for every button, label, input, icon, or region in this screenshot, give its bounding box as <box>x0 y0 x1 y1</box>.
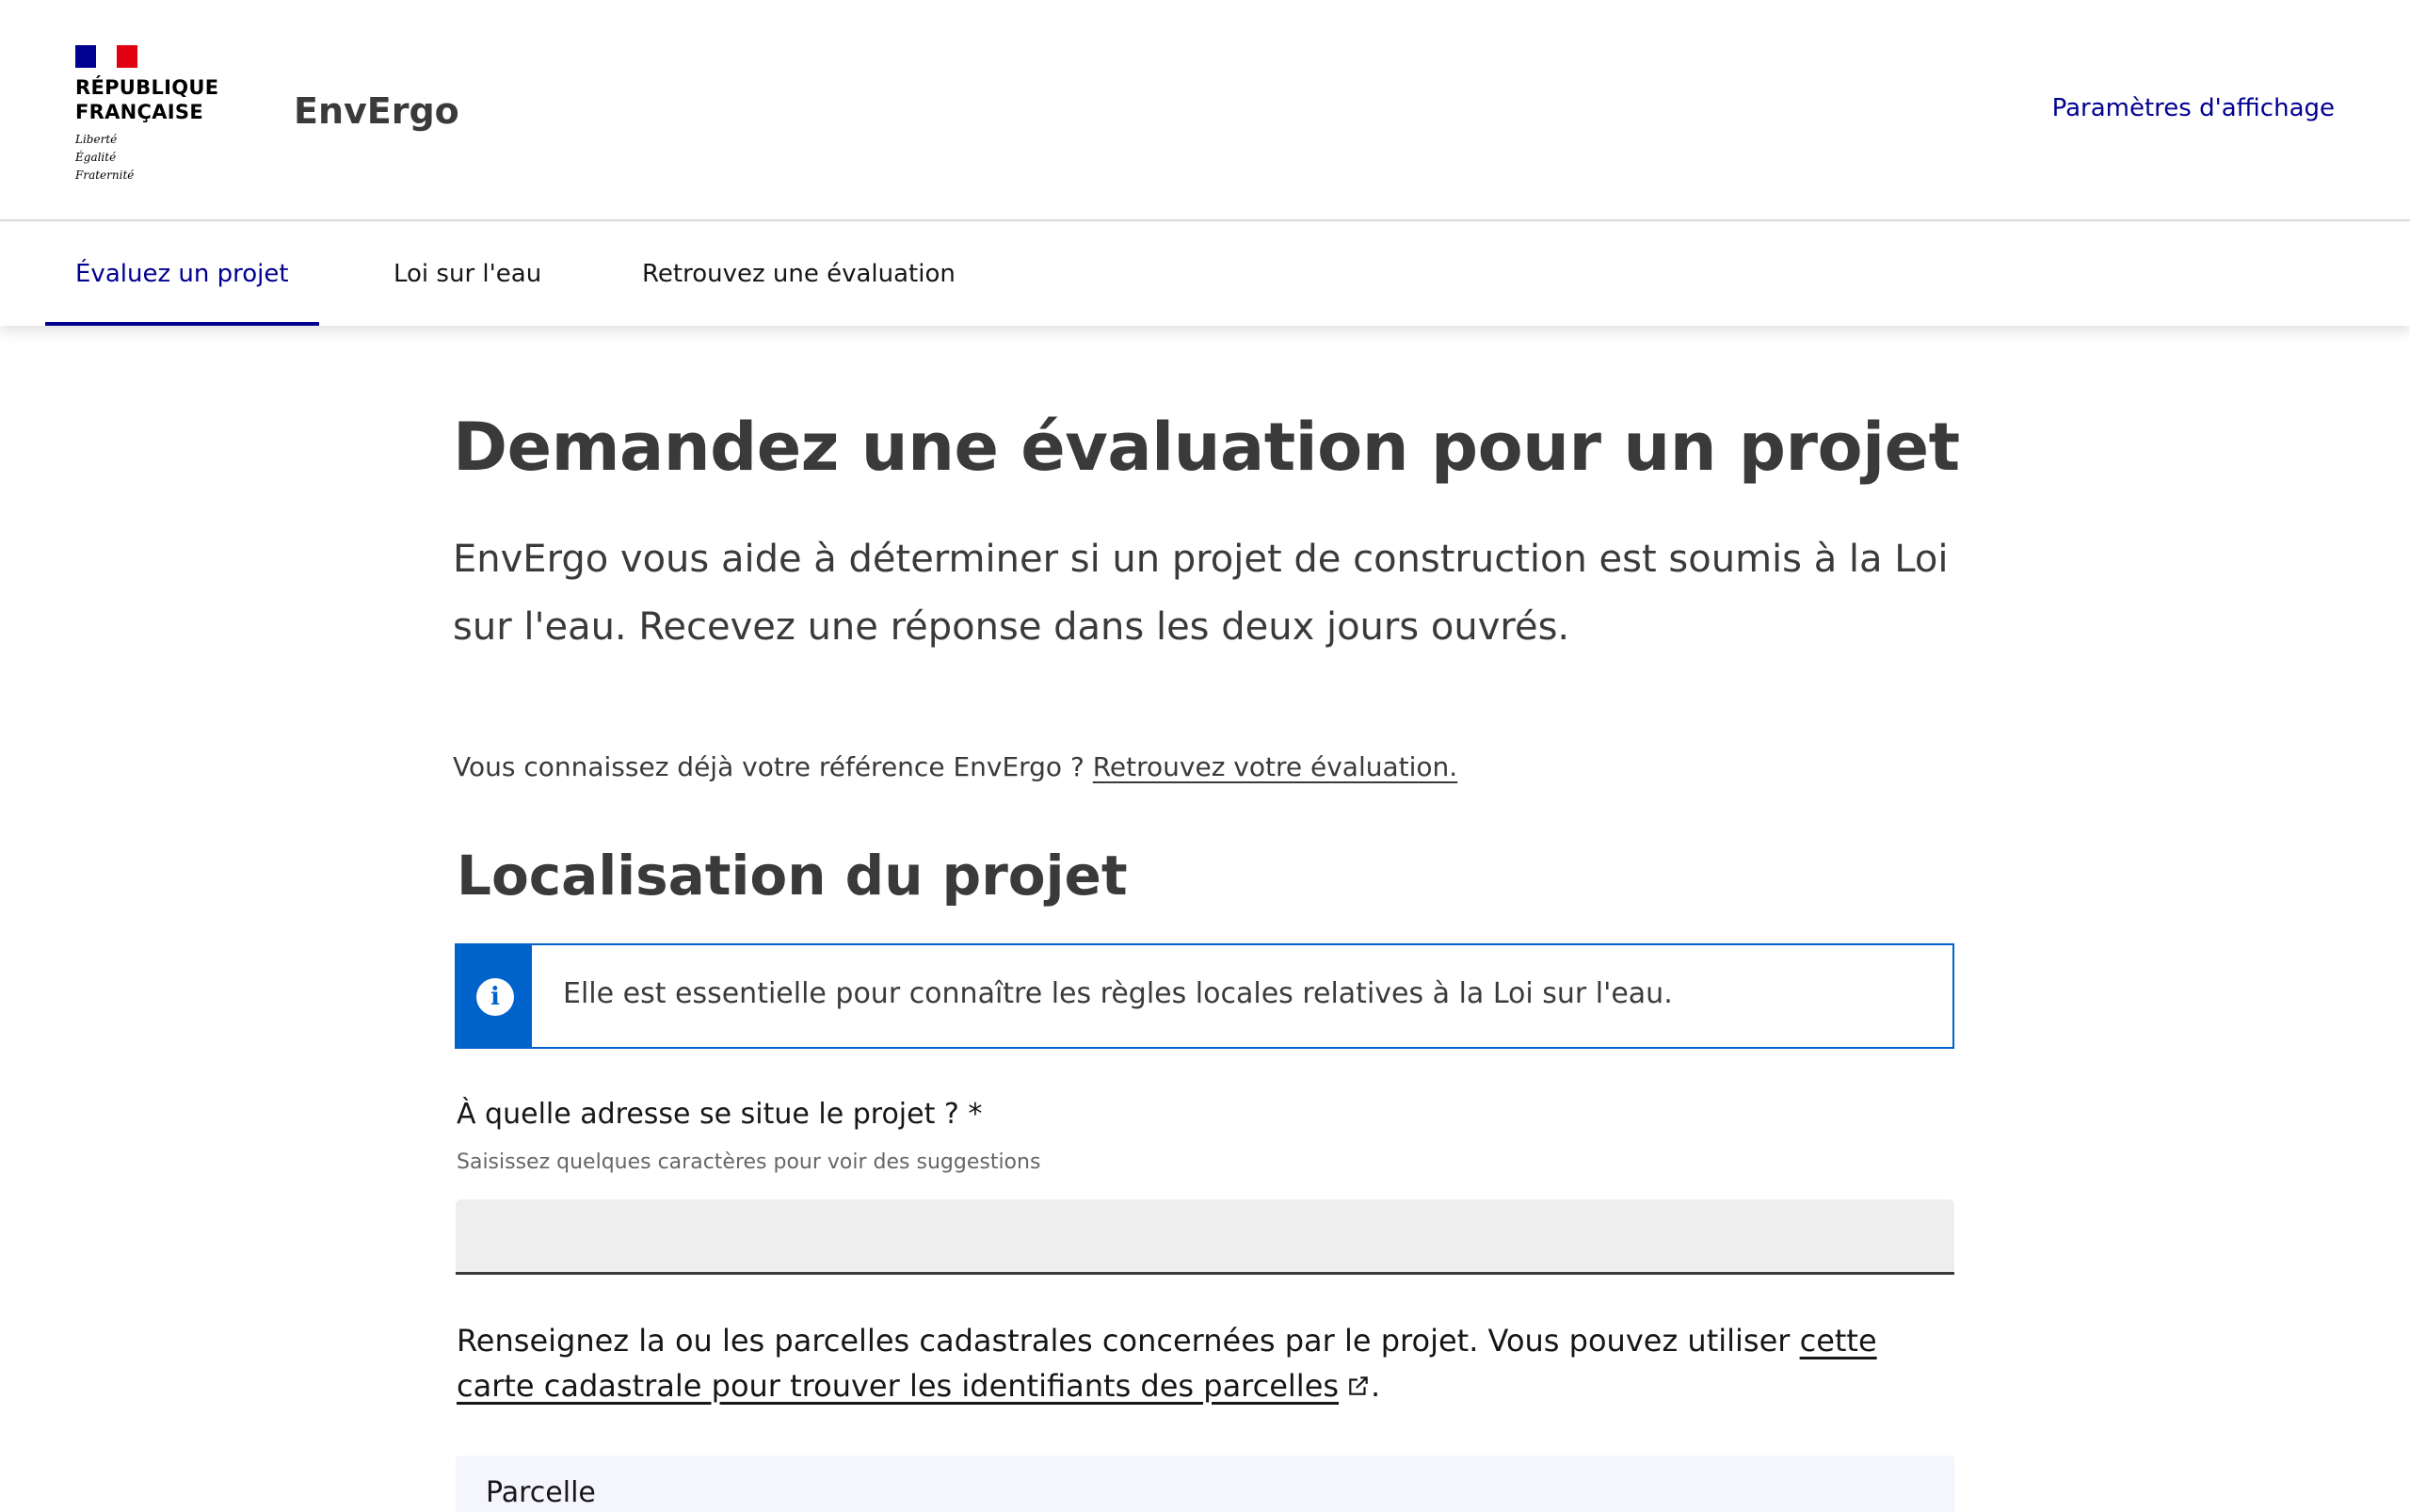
main-content: Demandez une évaluation pour un projet E… <box>0 326 2410 1512</box>
display-settings-link[interactable]: Paramètres d'affichage <box>2052 94 2335 122</box>
nav-item-water-law[interactable]: Loi sur l'eau <box>363 222 571 326</box>
republic-motto: Liberté Égalité Fraternité <box>75 133 135 182</box>
parcel-fieldset: Parcelle <box>456 1456 1954 1512</box>
french-flag-icon <box>75 45 137 68</box>
address-field-hint: Saisissez quelques caractères pour voir … <box>457 1150 1041 1174</box>
parcel-fieldset-label: Parcelle <box>486 1476 596 1509</box>
lead-paragraph: EnvErgo vous aide à déterminer si un pro… <box>453 538 1949 649</box>
republic-name: RÉPUBLIQUE FRANÇAISE <box>75 76 219 123</box>
info-icon: i <box>476 978 514 1016</box>
reference-prefix: Vous connaissez déjà votre référence Env… <box>453 751 1084 782</box>
address-field-label: À quelle adresse se situe le projet ? * <box>457 1098 983 1131</box>
page-title: Demandez une évaluation pour un projet <box>453 409 1960 486</box>
section-title-localisation: Localisation du projet <box>457 844 1128 908</box>
info-notice: i Elle est essentielle pour connaître le… <box>455 943 1954 1049</box>
notice-bar: i <box>457 945 532 1047</box>
address-input[interactable] <box>456 1199 1954 1275</box>
republique-francaise-logo[interactable]: RÉPUBLIQUE FRANÇAISE Liberté Égalité Fra… <box>75 45 235 186</box>
main-navigation: Évaluez un projet Loi sur l'eau Retrouve… <box>0 222 2410 326</box>
site-header: RÉPUBLIQUE FRANÇAISE Liberté Égalité Fra… <box>0 0 2410 221</box>
parcel-intro-text: Renseignez la ou les parcelles cadastral… <box>457 1323 1791 1359</box>
nav-item-find-evaluation[interactable]: Retrouvez une évaluation <box>612 222 986 326</box>
reference-line: Vous connaissez déjà votre référence Env… <box>453 751 1457 782</box>
header-top: RÉPUBLIQUE FRANÇAISE Liberté Égalité Fra… <box>0 0 2410 221</box>
external-link-icon <box>1349 1376 1368 1395</box>
nav-item-evaluate-project[interactable]: Évaluez un projet <box>45 222 319 326</box>
parcel-instructions: Renseignez la ou les parcelles cadastral… <box>457 1318 1963 1408</box>
notice-text: Elle est essentielle pour connaître les … <box>563 977 1673 1010</box>
parcel-intro-period: . <box>1371 1368 1381 1404</box>
service-title[interactable]: EnvErgo <box>294 90 459 132</box>
find-evaluation-link[interactable]: Retrouvez votre évaluation. <box>1093 751 1457 782</box>
